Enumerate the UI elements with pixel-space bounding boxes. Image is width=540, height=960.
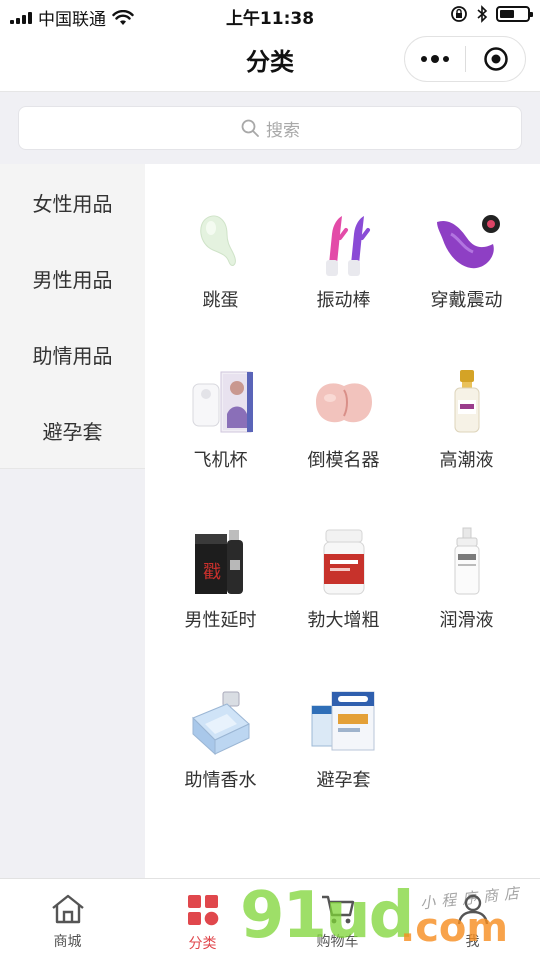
- climax-liquid-bottle-image: [429, 364, 505, 440]
- subcategory-label: 男性延时: [184, 610, 257, 631]
- subcategory-item[interactable]: 倒模名器: [282, 364, 405, 524]
- search-input[interactable]: 搜索: [18, 106, 522, 150]
- subcategory-item[interactable]: 跳蛋: [159, 204, 282, 364]
- subcategory-item[interactable]: 高潮液: [405, 364, 528, 524]
- battery-icon: [496, 6, 533, 22]
- status-right: [450, 5, 533, 23]
- subcategory-label: 穿戴震动: [430, 290, 503, 311]
- subcategory-item[interactable]: 穿戴震动: [405, 204, 528, 364]
- tab-me-label: 我: [465, 934, 480, 950]
- cart-icon: [321, 895, 354, 924]
- mold-toy-image: [306, 364, 382, 440]
- category-sidebar: 女性用品 男性用品 助情用品 避孕套: [0, 164, 145, 878]
- masturbation-cup-image: [183, 364, 259, 440]
- perfume-bottle-image: [183, 684, 259, 760]
- delay-spray-image: 戳: [183, 524, 259, 600]
- sidebar-item-women[interactable]: 女性用品: [0, 164, 145, 240]
- subcategory-item[interactable]: 振动棒: [282, 204, 405, 364]
- subcategory-item[interactable]: 飞机杯: [159, 364, 282, 524]
- sidebar-item-condoms[interactable]: 避孕套: [0, 392, 145, 468]
- bottom-tab-bar: 商城 分类 购物车 我: [0, 878, 540, 960]
- home-icon: [51, 894, 84, 924]
- more-dots-icon: [421, 56, 427, 62]
- wearable-vibrator-image: [429, 204, 505, 280]
- subcategory-item[interactable]: 助情香水: [159, 684, 282, 844]
- search-icon: [241, 119, 259, 137]
- nav-bar: 分类: [0, 30, 540, 92]
- search-placeholder: 搜索: [266, 120, 300, 141]
- egg-vibrator-image: [183, 204, 259, 280]
- orientation-lock-icon: [451, 6, 467, 22]
- subcategory-label: 勃大增粗: [307, 610, 380, 631]
- tab-mall-label: 商城: [53, 934, 82, 950]
- lubricant-bottle-image: [429, 524, 505, 600]
- sidebar-item-men[interactable]: 男性用品: [0, 240, 145, 316]
- subcategory-item[interactable]: 避孕套: [282, 684, 405, 844]
- category-icon: [187, 895, 218, 926]
- subcategory-label: 倒模名器: [307, 450, 380, 471]
- subcategory-grid: 跳蛋 振动棒 穿戴震动 飞机杯 倒模名器 高潮液 戳 男性延时 勃大增粗 润滑液…: [159, 204, 529, 844]
- tab-category-label: 分类: [188, 936, 217, 952]
- subcategory-label: 飞机杯: [193, 450, 248, 471]
- subcategory-label: 避孕套: [316, 770, 371, 791]
- close-miniprogram-button[interactable]: [466, 37, 525, 81]
- tab-me[interactable]: 我: [405, 879, 540, 960]
- subcategory-label: 润滑液: [439, 610, 494, 631]
- search-area: 搜索: [0, 92, 540, 164]
- status-bar: 中国联通 上午11:38: [0, 0, 540, 30]
- subcategory-item[interactable]: 戳 男性延时: [159, 524, 282, 684]
- bluetooth-icon: [477, 5, 488, 23]
- subcategory-item[interactable]: 润滑液: [405, 524, 528, 684]
- subcategory-label: 助情香水: [184, 770, 257, 791]
- target-close-icon: [483, 47, 508, 71]
- category-content: 跳蛋 振动棒 穿戴震动 飞机杯 倒模名器 高潮液 戳 男性延时 勃大增粗 润滑液…: [145, 164, 540, 878]
- tab-mall[interactable]: 商城: [0, 879, 135, 960]
- miniprogram-capsule: [404, 36, 526, 82]
- user-icon: [457, 894, 488, 925]
- vibrator-wand-image: [306, 204, 382, 280]
- svg-text:戳: 戳: [203, 562, 221, 583]
- more-button[interactable]: [405, 37, 465, 81]
- subcategory-label: 高潮液: [439, 450, 494, 471]
- subcategory-item[interactable]: 勃大增粗: [282, 524, 405, 684]
- tab-cart[interactable]: 购物车: [270, 879, 405, 960]
- tab-cart-label: 购物车: [316, 934, 359, 950]
- tab-category[interactable]: 分类: [135, 879, 270, 960]
- sidebar-item-arousal[interactable]: 助情用品: [0, 316, 145, 392]
- supplement-bottle-image: [306, 524, 382, 600]
- subcategory-label: 振动棒: [316, 290, 371, 311]
- condom-box-image: [306, 684, 382, 760]
- subcategory-label: 跳蛋: [202, 290, 239, 311]
